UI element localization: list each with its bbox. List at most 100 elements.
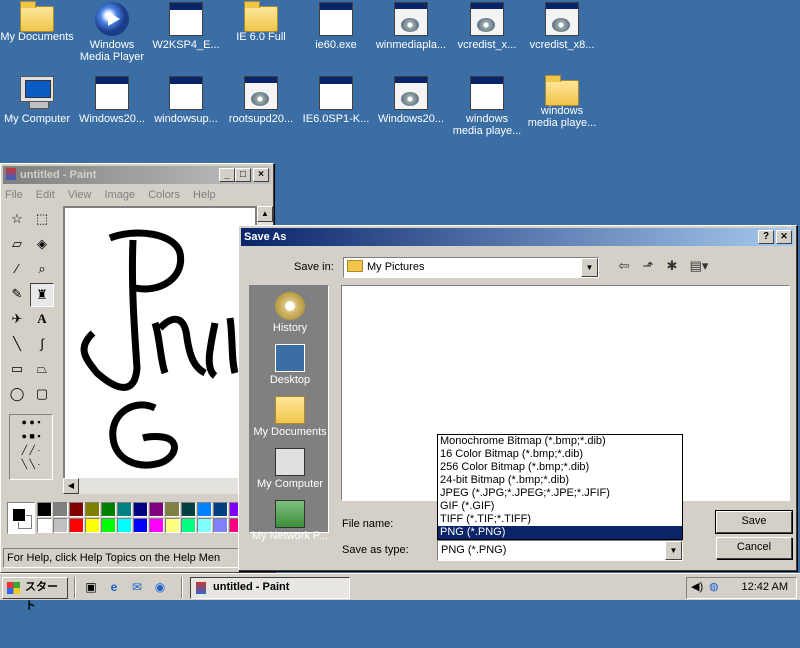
close-button[interactable]: ✕ [776,230,792,244]
color-swatch[interactable] [69,502,84,517]
media-player-icon[interactable]: ◉ [151,578,169,596]
close-button[interactable]: × [253,168,269,182]
type-option[interactable]: 24-bit Bitmap (*.bmp;*.dib) [438,474,682,487]
rect-select-tool-icon[interactable]: ⬚ [30,208,54,232]
place-desktop[interactable]: Desktop [250,344,330,386]
brush-options[interactable]: ● ● ▪ ● ■ ▪ ╱ ╱ · ╲ ╲ · [9,414,53,480]
drawing-canvas[interactable] [65,208,255,480]
magnifier-tool-icon[interactable]: ⌕ [30,258,54,282]
place-history[interactable]: History [250,292,330,334]
current-colors[interactable] [7,502,35,534]
desktop-icon-vcredist-1[interactable]: vcredist_x... [449,2,525,51]
menu-colors[interactable]: Colors [148,189,180,201]
desktop-icon-wmp-a[interactable]: windows media playe... [449,76,525,137]
fill-tool-icon[interactable]: ◈ [30,233,54,257]
taskbar-item-paint[interactable]: untitled - Paint [190,577,350,599]
place-my-network[interactable]: My Network P... [250,500,330,542]
color-swatch[interactable] [197,502,212,517]
ie-icon[interactable]: e [105,578,123,596]
color-swatch[interactable] [101,518,116,533]
save-in-combo[interactable]: My Pictures ▼ [343,257,599,278]
color-swatch[interactable] [101,502,116,517]
desktop-icon-windowsup[interactable]: windowsup... [148,76,224,125]
color-swatch[interactable] [213,518,228,533]
color-swatch[interactable] [133,518,148,533]
color-swatch[interactable] [37,502,52,517]
line-tool-icon[interactable]: ╲ [5,333,29,357]
curve-tool-icon[interactable]: ∫ [30,333,54,357]
menu-help[interactable]: Help [193,189,216,201]
desktop-icon-ie60-exe[interactable]: ie60.exe [298,2,374,51]
place-my-documents[interactable]: My Documents [250,396,330,438]
color-swatch[interactable] [53,518,68,533]
color-swatch[interactable] [213,502,228,517]
color-swatch[interactable] [53,502,68,517]
color-swatch[interactable] [149,518,164,533]
rectangle-tool-icon[interactable]: ▭ [5,358,29,382]
color-swatch[interactable] [85,518,100,533]
type-option[interactable]: 16 Color Bitmap (*.bmp;*.dib) [438,448,682,461]
airbrush-tool-icon[interactable]: ✈ [5,308,29,332]
color-swatch[interactable] [37,518,52,533]
type-option[interactable]: Monochrome Bitmap (*.bmp;*.dib) [438,435,682,448]
desktop-icon-wmp-b[interactable]: windows media playe... [524,75,600,129]
type-option[interactable]: GIF (*.GIF) [438,500,682,513]
desktop-icon-my-computer[interactable]: My Computer [0,76,75,125]
desktop-icon-winmediapla[interactable]: winmediapla... [373,2,449,51]
minimize-button[interactable]: _ [219,168,235,182]
color-swatch[interactable] [85,502,100,517]
desktop-icon-media-player[interactable]: Windows Media Player [74,2,150,63]
color-swatch[interactable] [165,518,180,533]
volume-icon[interactable]: ◀) [691,578,703,597]
desktop-icon-my-documents[interactable]: My Documents [0,1,75,43]
menu-file[interactable]: File [5,189,23,201]
color-picker-tool-icon[interactable]: ⁄ [5,258,29,282]
scroll-up-button[interactable]: ▲ [257,206,273,222]
desktop-icon-w2ksp4[interactable]: W2KSP4_E... [148,2,224,51]
scroll-left-button[interactable]: ◀ [63,478,79,494]
start-button[interactable]: スタート [2,577,68,612]
color-swatch[interactable] [197,518,212,533]
show-desktop-icon[interactable]: ▣ [82,578,100,596]
save-button[interactable]: Save [715,510,793,534]
brush-tool-icon[interactable]: ♜ [30,283,54,307]
color-swatch[interactable] [181,502,196,517]
type-option[interactable]: PNG (*.PNG) [438,526,682,539]
place-my-computer[interactable]: My Computer [250,448,330,490]
menu-image[interactable]: Image [105,189,136,201]
eraser-tool-icon[interactable]: ▱ [5,233,29,257]
ellipse-tool-icon[interactable]: ◯ [5,383,29,407]
color-swatch[interactable] [117,518,132,533]
view-menu-icon[interactable]: ▤▾ [685,256,713,278]
desktop-icon-windows20-b[interactable]: Windows20... [373,76,449,125]
new-folder-icon[interactable]: ✱ [661,256,683,278]
paint-title-bar[interactable]: untitled - Paint _ □ × [3,166,271,184]
color-swatch[interactable] [69,518,84,533]
cancel-button[interactable]: Cancel [716,537,792,559]
network-globe-icon[interactable]: ◍ [709,578,719,597]
outlook-express-icon[interactable]: ✉ [128,578,146,596]
save-as-type-combo[interactable]: PNG (*.PNG) ▼ [437,540,683,561]
desktop-icon-rootsupd[interactable]: rootsupd20... [223,76,299,125]
chevron-down-icon[interactable]: ▼ [581,258,598,277]
desktop-icon-ie6-full[interactable]: IE 6.0 Full [223,1,299,43]
back-arrow-icon[interactable]: ⇦ [613,256,635,278]
up-folder-icon[interactable]: ⬏ [637,256,659,278]
color-swatch[interactable] [133,502,148,517]
color-swatch[interactable] [165,502,180,517]
canvas-horizontal-scrollbar[interactable]: ◀ [63,478,259,494]
color-swatch[interactable] [149,502,164,517]
menu-view[interactable]: View [68,189,92,201]
color-swatch[interactable] [181,518,196,533]
chevron-down-icon[interactable]: ▼ [665,541,682,560]
help-button[interactable]: ? [758,230,774,244]
rounded-rect-tool-icon[interactable]: ▢ [30,383,54,407]
pencil-tool-icon[interactable]: ✎ [5,283,29,307]
desktop-icon-windows20-a[interactable]: Windows20... [74,76,150,125]
free-select-tool-icon[interactable]: ☆ [5,208,29,232]
save-as-title-bar[interactable]: Save As ? ✕ [241,228,794,246]
color-swatch[interactable] [117,502,132,517]
desktop-icon-ie6sp1[interactable]: IE6.0SP1-K... [298,76,374,125]
polygon-tool-icon[interactable]: ⏢ [30,358,54,382]
desktop-icon-vcredist-2[interactable]: vcredist_x8... [524,2,600,51]
